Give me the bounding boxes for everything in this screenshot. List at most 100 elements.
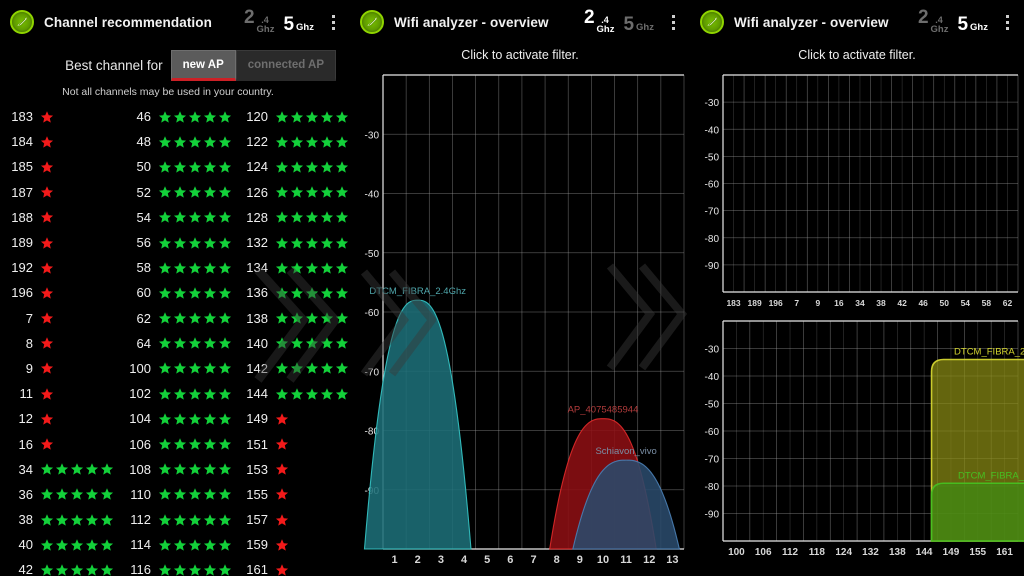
overflow-menu-icon[interactable] bbox=[322, 7, 344, 37]
chart-analyzer-5ghz-high[interactable]: -30-40-50-60-70-80-901001061121181241321… bbox=[690, 313, 1024, 563]
channel-row[interactable]: 104 bbox=[118, 406, 235, 431]
channel-row[interactable]: 124 bbox=[235, 154, 350, 179]
chart-title-24[interactable]: Click to activate filter. bbox=[350, 44, 690, 67]
segment-new-ap[interactable]: new AP bbox=[171, 50, 236, 81]
rating-star-icon bbox=[188, 487, 202, 501]
channel-row[interactable]: 60 bbox=[118, 280, 235, 305]
overflow-menu-icon[interactable] bbox=[662, 7, 684, 37]
channel-row[interactable]: 196 bbox=[0, 280, 118, 305]
channel-row[interactable]: 106 bbox=[118, 431, 235, 456]
channel-row[interactable]: 46 bbox=[118, 104, 235, 129]
channel-row[interactable]: 116 bbox=[118, 557, 235, 576]
channel-rating-stars bbox=[40, 563, 114, 576]
channel-rating-stars bbox=[158, 336, 232, 350]
chart-analyzer-5ghz-low[interactable]: -30-40-50-60-70-80-901831891967916343842… bbox=[690, 67, 1024, 310]
channel-row[interactable]: 126 bbox=[235, 180, 350, 205]
channel-row[interactable]: 54 bbox=[118, 205, 235, 230]
rating-star-icon bbox=[158, 462, 172, 476]
channel-number: 12 bbox=[0, 411, 40, 426]
channel-row[interactable]: 110 bbox=[118, 482, 235, 507]
channel-row[interactable]: 9 bbox=[0, 356, 118, 381]
rating-star-icon bbox=[173, 236, 187, 250]
rating-star-icon bbox=[275, 387, 289, 401]
overflow-menu-icon[interactable] bbox=[996, 7, 1018, 37]
channel-row[interactable]: 34 bbox=[0, 457, 118, 482]
channel-rating-stars bbox=[158, 185, 232, 199]
channel-row[interactable]: 112 bbox=[118, 507, 235, 532]
band-5ghz[interactable]: 5 Ghz bbox=[283, 15, 314, 34]
channel-row[interactable]: 184 bbox=[0, 129, 118, 154]
rating-star-icon bbox=[305, 361, 319, 375]
channel-row[interactable]: 102 bbox=[118, 381, 235, 406]
x-axis-tick: 6 bbox=[507, 554, 513, 566]
band-5ghz[interactable]: 5 Ghz bbox=[957, 15, 988, 34]
rating-star-icon bbox=[173, 185, 187, 199]
channel-row[interactable]: 7 bbox=[0, 306, 118, 331]
channel-row[interactable]: 122 bbox=[235, 129, 350, 154]
channel-row[interactable]: 140 bbox=[235, 331, 350, 356]
channel-row[interactable]: 12 bbox=[0, 406, 118, 431]
channel-row[interactable]: 183 bbox=[0, 104, 118, 129]
channel-row[interactable]: 36 bbox=[0, 482, 118, 507]
channel-row[interactable]: 138 bbox=[235, 306, 350, 331]
band-switch-group[interactable]: 2 .4 Ghz 5 Ghz bbox=[918, 8, 988, 37]
channel-rating-stars bbox=[275, 286, 349, 300]
panel-analyzer-5ghz: Wifi analyzer - overview 2 .4 Ghz 5 Ghz bbox=[690, 0, 1024, 576]
wifi-signal-icon bbox=[10, 10, 34, 34]
channel-row[interactable]: 161 bbox=[235, 557, 350, 576]
channel-row[interactable]: 40 bbox=[0, 532, 118, 557]
channel-row[interactable]: 132 bbox=[235, 230, 350, 255]
rating-star-icon bbox=[335, 185, 349, 199]
channel-rating-stars bbox=[275, 437, 289, 451]
channel-row[interactable]: 149 bbox=[235, 406, 350, 431]
channel-row[interactable]: 8 bbox=[0, 331, 118, 356]
channel-row[interactable]: 187 bbox=[0, 180, 118, 205]
channel-row[interactable]: 48 bbox=[118, 129, 235, 154]
channel-row[interactable]: 62 bbox=[118, 306, 235, 331]
band-24ghz[interactable]: 2 .4 Ghz bbox=[244, 8, 275, 35]
channel-row[interactable]: 189 bbox=[0, 230, 118, 255]
band-24ghz[interactable]: 2 .4 Ghz bbox=[918, 8, 949, 35]
channel-row[interactable]: 120 bbox=[235, 104, 350, 129]
channel-row[interactable]: 144 bbox=[235, 381, 350, 406]
channel-row[interactable]: 100 bbox=[118, 356, 235, 381]
channel-row[interactable]: 58 bbox=[118, 255, 235, 280]
channel-column-1: 1831841851871881891921967891112163436384… bbox=[0, 104, 118, 576]
channel-row[interactable]: 64 bbox=[118, 331, 235, 356]
channel-row[interactable]: 134 bbox=[235, 255, 350, 280]
x-axis-tick: 34 bbox=[855, 298, 865, 308]
channel-row[interactable]: 159 bbox=[235, 532, 350, 557]
segment-connected-ap[interactable]: connected AP bbox=[236, 50, 336, 81]
rating-star-icon bbox=[173, 311, 187, 325]
channel-row[interactable]: 56 bbox=[118, 230, 235, 255]
channel-row[interactable]: 185 bbox=[0, 154, 118, 179]
channel-row[interactable]: 42 bbox=[0, 557, 118, 576]
rating-star-icon bbox=[173, 437, 187, 451]
channel-row[interactable]: 108 bbox=[118, 457, 235, 482]
channel-row[interactable]: 142 bbox=[235, 356, 350, 381]
channel-row[interactable]: 136 bbox=[235, 280, 350, 305]
band-switch-group[interactable]: 2 .4 Ghz 5 Ghz bbox=[244, 8, 314, 37]
channel-row[interactable]: 188 bbox=[0, 205, 118, 230]
band-5ghz[interactable]: 5 Ghz bbox=[623, 15, 654, 34]
channel-row[interactable]: 153 bbox=[235, 457, 350, 482]
channel-row[interactable]: 50 bbox=[118, 154, 235, 179]
channel-row[interactable]: 128 bbox=[235, 205, 350, 230]
rating-star-icon bbox=[203, 236, 217, 250]
channel-row[interactable]: 192 bbox=[0, 255, 118, 280]
x-axis-tick: 9 bbox=[577, 554, 583, 566]
channel-row[interactable]: 157 bbox=[235, 507, 350, 532]
band-switch-group[interactable]: 2 .4 Ghz 5 Ghz bbox=[584, 8, 654, 37]
channel-row[interactable]: 38 bbox=[0, 507, 118, 532]
channel-row[interactable]: 52 bbox=[118, 180, 235, 205]
chart-analyzer-24ghz[interactable]: -30-40-50-60-70-80-9012345678910111213DT… bbox=[350, 67, 690, 575]
chart-title-5[interactable]: Click to activate filter. bbox=[690, 44, 1024, 67]
channel-row[interactable]: 114 bbox=[118, 532, 235, 557]
band-5-unit: Ghz bbox=[970, 23, 988, 33]
channel-row[interactable]: 155 bbox=[235, 482, 350, 507]
channel-row[interactable]: 16 bbox=[0, 431, 118, 456]
channel-row[interactable]: 151 bbox=[235, 431, 350, 456]
band-24ghz[interactable]: 2 .4 Ghz bbox=[584, 8, 615, 35]
rating-star-icon bbox=[335, 311, 349, 325]
channel-row[interactable]: 11 bbox=[0, 381, 118, 406]
